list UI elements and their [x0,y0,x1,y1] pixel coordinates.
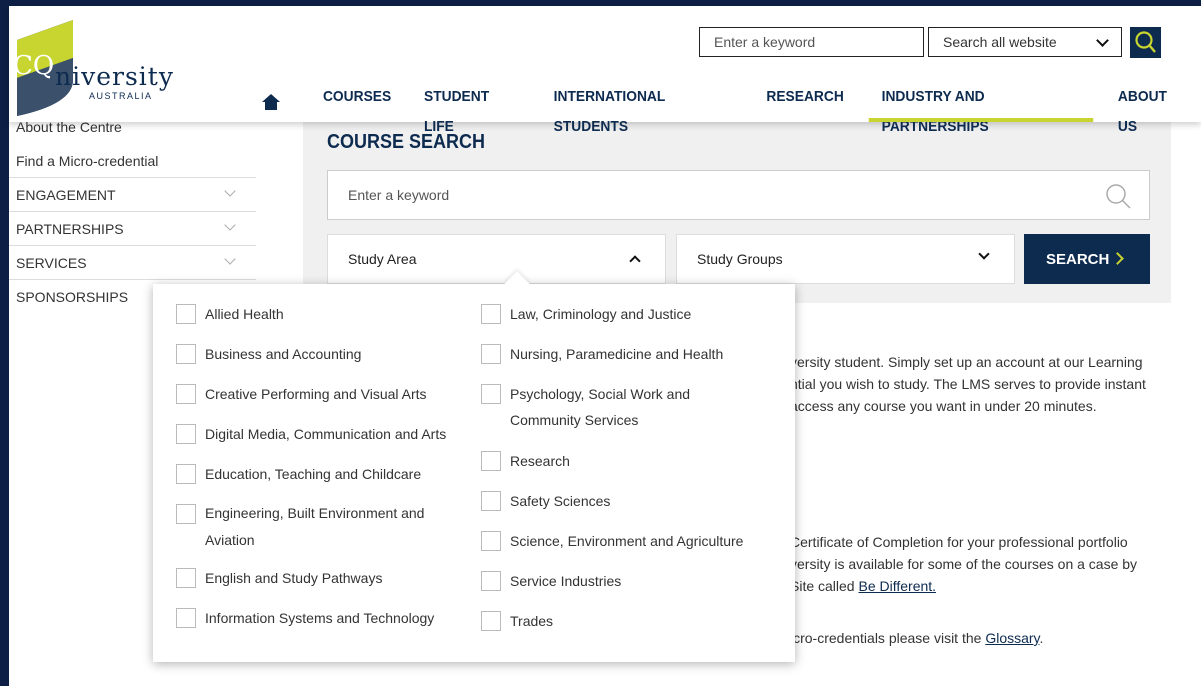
chevron-down-icon [224,185,236,197]
checkbox[interactable] [481,571,501,591]
study-area-column-right: Law, Criminology and Justice Nursing, Pa… [481,304,743,631]
study-area-dropdown: Allied Health Business and Accounting Cr… [153,271,795,662]
sidebar-item-engagement[interactable]: ENGAGEMENT [9,178,256,212]
option-information-systems[interactable]: Information Systems and Technology [176,608,446,628]
option-education[interactable]: Education, Teaching and Childcare [176,464,446,484]
chevron-up-icon [629,255,641,267]
option-allied-health[interactable]: Allied Health [176,304,446,324]
window-frame-left [0,0,9,686]
option-psychology[interactable]: Psychology, Social Work and Community Se… [481,381,731,433]
certificate-paragraph: Certificate of Completion for your profe… [790,534,1138,594]
main-nav: COURSES STUDENT LIFE INTERNATIONAL STUDE… [261,82,1201,135]
option-law-criminology[interactable]: Law, Criminology and Justice [481,304,743,324]
checkbox[interactable] [176,504,196,524]
checkbox[interactable] [176,608,196,628]
glossary-paragraph: icro-credentials please visit the Glossa… [790,630,1044,646]
option-creative-performing-visual-arts[interactable]: Creative Performing and Visual Arts [176,384,446,404]
search-icon [1135,31,1156,53]
checkbox[interactable] [481,344,501,364]
option-science-environment[interactable]: Science, Environment and Agriculture [481,531,743,551]
intro-paragraph: versity student. Simply set up an accoun… [790,354,1146,414]
checkbox[interactable] [481,451,501,471]
nav-research[interactable]: RESEARCH [767,82,844,122]
site-search-button[interactable] [1130,27,1161,58]
search-scope-select[interactable]: Search all website [928,27,1122,57]
checkbox[interactable] [481,611,501,631]
home-icon[interactable] [261,92,281,112]
checkbox[interactable] [176,568,196,588]
site-header: CQ niversity AUSTRALIA Enter a keyword S… [9,6,1201,135]
svg-text:CQ: CQ [13,51,54,81]
site-search-input[interactable]: Enter a keyword [699,27,924,57]
study-area-select[interactable]: Study Area [327,234,666,284]
option-business-and-accounting[interactable]: Business and Accounting [176,344,446,364]
checkbox[interactable] [481,491,501,511]
study-area-column-left: Allied Health Business and Accounting Cr… [176,304,446,628]
chevron-right-icon [1111,252,1124,265]
course-search-button[interactable]: SEARCH [1024,234,1150,284]
nav-international-students[interactable]: INTERNATIONAL STUDENTS [554,82,730,135]
chevron-down-icon [978,248,990,260]
option-nursing[interactable]: Nursing, Paramedicine and Health [481,344,743,364]
checkbox[interactable] [176,384,196,404]
sidebar-item-partnerships[interactable]: PARTNERSHIPS [9,212,256,246]
checkbox[interactable] [176,424,196,444]
nav-student-life[interactable]: STUDENT LIFE [424,82,516,135]
option-research[interactable]: Research [481,451,743,471]
checkbox[interactable] [481,384,501,404]
chevron-down-icon [1096,34,1109,47]
checkbox[interactable] [176,464,196,484]
option-engineering[interactable]: Engineering, Built Environment and Aviat… [176,500,436,554]
course-search-panel: COURSE SEARCH Enter a keyword Study Area… [303,116,1171,303]
option-english-study-pathways[interactable]: English and Study Pathways [176,568,446,588]
sidebar-item-find-micro-credential[interactable]: Find a Micro-credential [9,144,256,178]
option-service-industries[interactable]: Service Industries [481,571,743,591]
chevron-down-icon [224,219,236,231]
checkbox[interactable] [176,344,196,364]
checkbox[interactable] [481,531,501,551]
course-search-title: COURSE SEARCH [327,131,486,153]
cqu-logo[interactable]: CQ niversity AUSTRALIA [11,18,211,118]
be-different-link[interactable]: Be Different. [858,578,936,594]
option-trades[interactable]: Trades [481,611,743,631]
checkbox[interactable] [176,304,196,324]
nav-about-us[interactable]: ABOUT US [1118,82,1185,135]
search-icon [1106,184,1131,209]
sidebar-item-services[interactable]: SERVICES [9,246,256,280]
course-keyword-input[interactable]: Enter a keyword [327,170,1150,220]
nav-courses[interactable]: COURSES [323,82,391,122]
chevron-down-icon [224,253,236,265]
option-safety-sciences[interactable]: Safety Sciences [481,491,743,511]
study-groups-select[interactable]: Study Groups [676,234,1015,284]
option-digital-media[interactable]: Digital Media, Communication and Arts [176,424,446,444]
nav-industry-and-partnerships[interactable]: INDUSTRY AND PARTNERSHIPS [869,82,1094,135]
checkbox[interactable] [481,304,501,324]
glossary-link[interactable]: Glossary [985,630,1039,646]
